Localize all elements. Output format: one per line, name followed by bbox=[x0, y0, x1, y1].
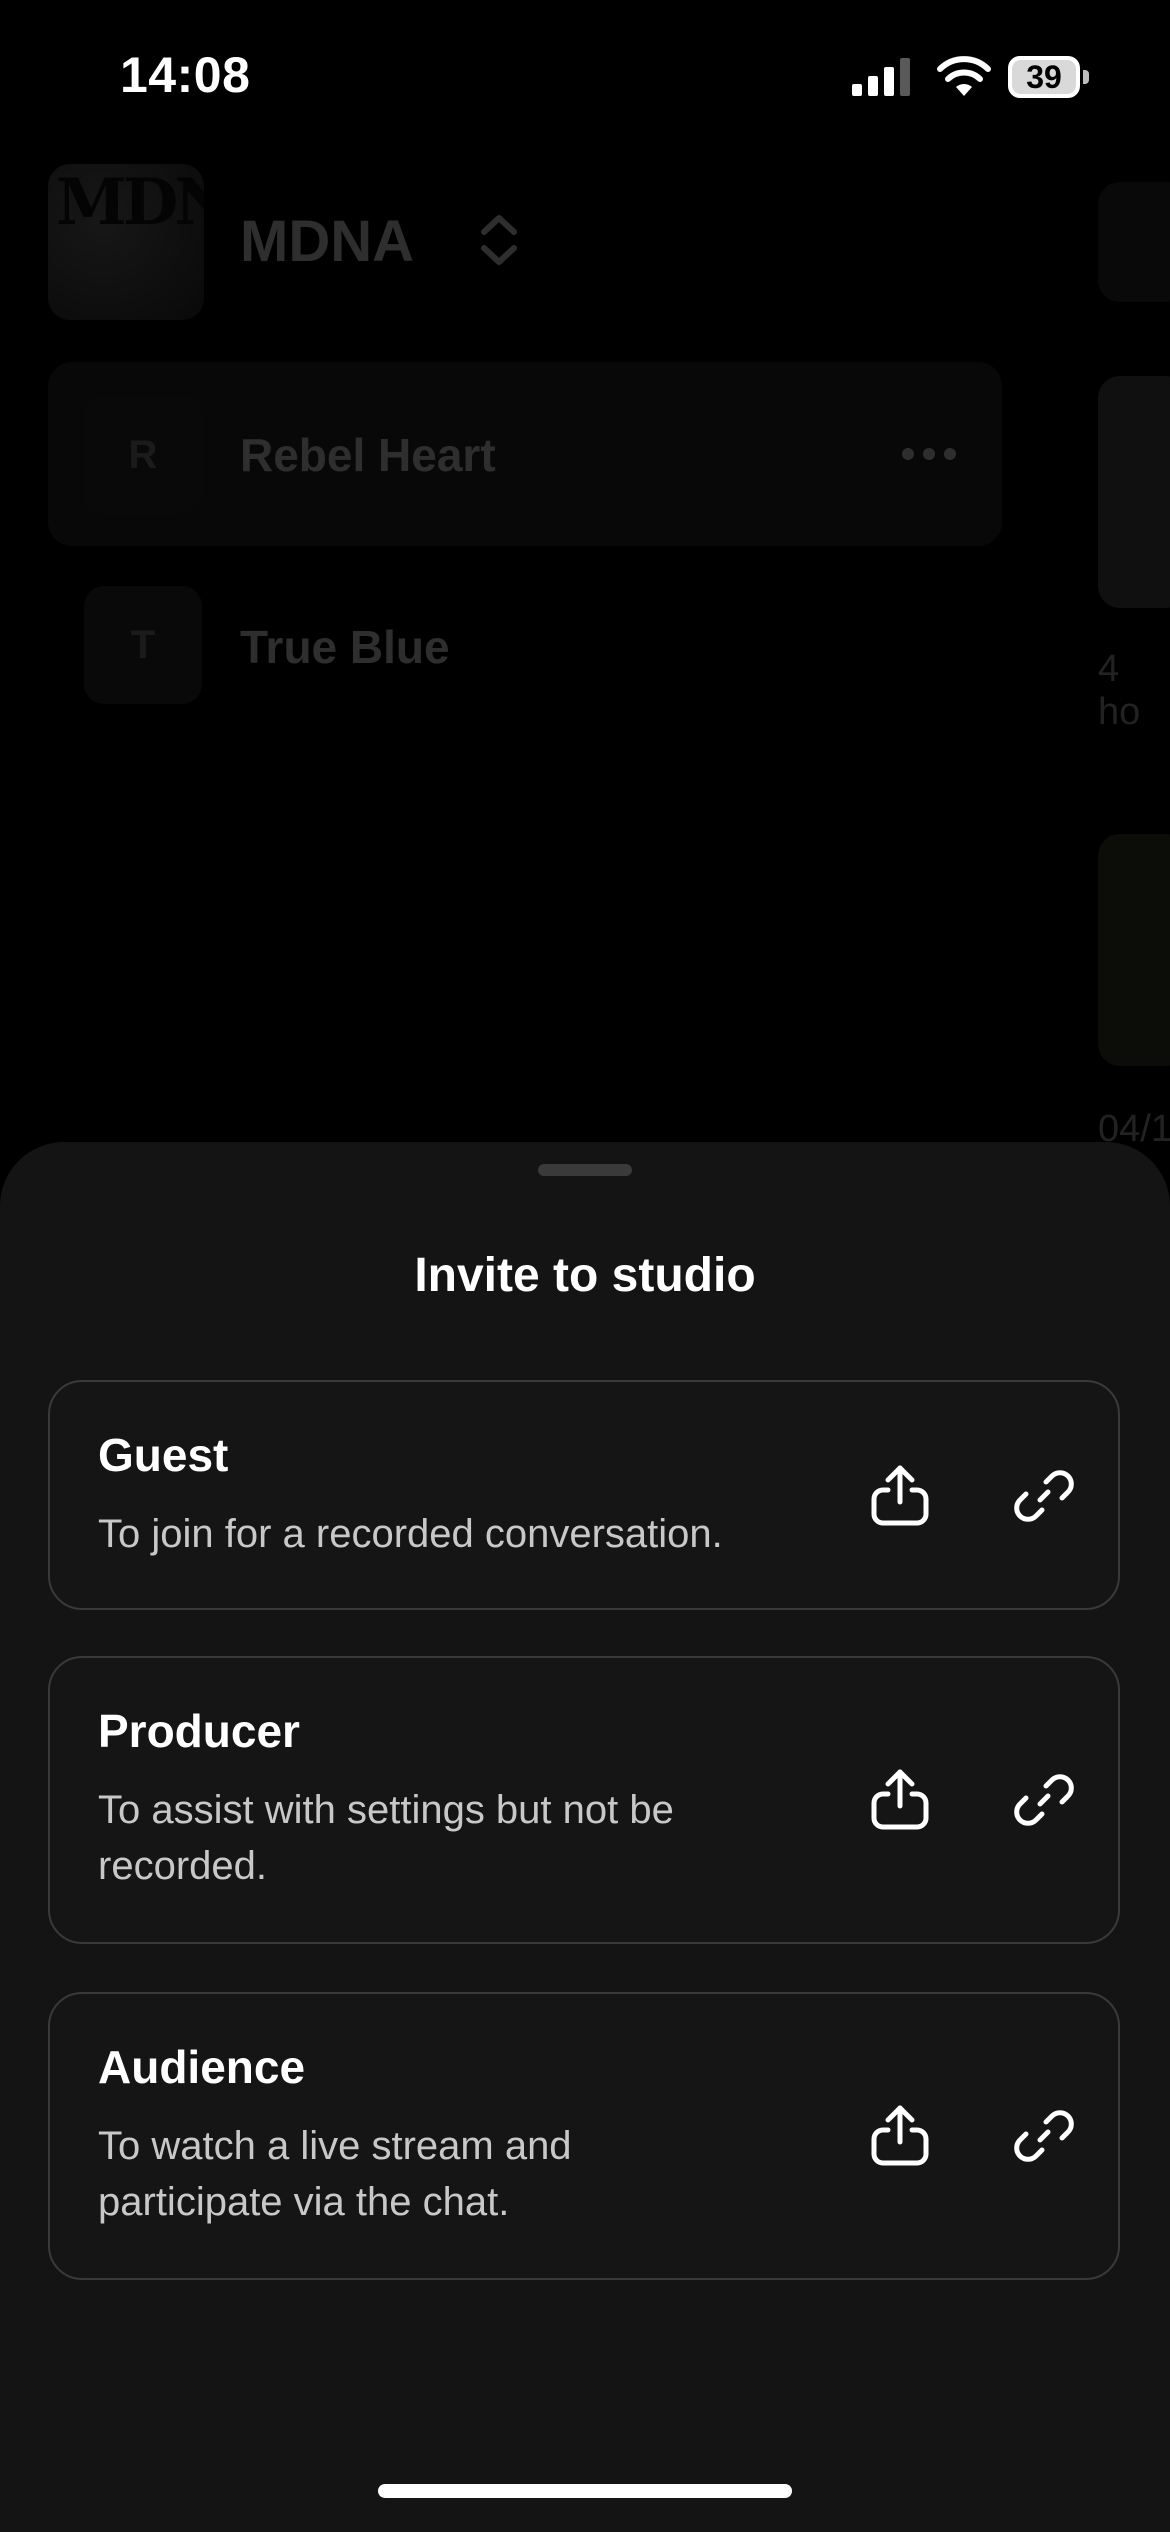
wifi-icon bbox=[937, 56, 991, 96]
option-description: To assist with settings but not be recor… bbox=[98, 1788, 674, 1888]
home-indicator[interactable] bbox=[378, 2484, 792, 2498]
project-name: Rebel Heart bbox=[240, 429, 496, 481]
share-upload-icon bbox=[871, 2105, 929, 2166]
sheet-grabber[interactable] bbox=[538, 1164, 632, 1176]
sheet-title: Invite to studio bbox=[414, 1249, 756, 1302]
share-upload-icon bbox=[871, 1465, 929, 1526]
chevron-up-down-icon bbox=[481, 215, 517, 265]
share-producer-invite-button[interactable] bbox=[860, 1760, 940, 1840]
copy-producer-link-button[interactable] bbox=[1004, 1760, 1084, 1840]
share-upload-icon bbox=[871, 1769, 929, 1830]
status-time: 14:08 bbox=[120, 47, 251, 103]
project-initial-avatar: R bbox=[84, 396, 202, 514]
link-icon bbox=[1014, 1774, 1074, 1826]
invite-option-producer[interactable]: Producer To assist with settings but not… bbox=[48, 1656, 1120, 1944]
workspace-name: MDNA bbox=[240, 209, 414, 274]
share-guest-invite-button[interactable] bbox=[860, 1456, 940, 1536]
battery-level: 39 bbox=[1026, 59, 1062, 95]
peek-thumbnail bbox=[1098, 834, 1170, 1066]
project-initial-avatar: T bbox=[84, 586, 202, 704]
peek-timestamp: 4 ho bbox=[1098, 648, 1141, 733]
share-audience-invite-button[interactable] bbox=[860, 2096, 940, 2176]
peek-thumbnail bbox=[1098, 182, 1170, 302]
project-name: True Blue bbox=[240, 621, 450, 673]
copy-audience-link-button[interactable] bbox=[1004, 2096, 1084, 2176]
link-icon bbox=[1014, 2110, 1074, 2162]
battery-icon: 39 bbox=[1008, 56, 1090, 98]
option-description: To join for a recorded conversation. bbox=[98, 1512, 723, 1556]
more-horizontal-icon bbox=[902, 448, 956, 460]
option-description: To watch a live stream and participate v… bbox=[98, 2124, 572, 2224]
copy-guest-link-button[interactable] bbox=[1004, 1456, 1084, 1536]
option-title: Audience bbox=[98, 2041, 306, 2093]
invite-option-guest[interactable]: Guest To join for a recorded conversatio… bbox=[48, 1380, 1120, 1610]
workspace-logo-text: MDNA bbox=[56, 165, 204, 240]
cellular-signal-icon bbox=[852, 58, 910, 96]
workspace-logo: MDNA bbox=[48, 164, 204, 320]
invite-option-audience[interactable]: Audience To watch a live stream and part… bbox=[48, 1992, 1120, 2280]
peek-thumbnail bbox=[1098, 376, 1170, 608]
link-icon bbox=[1014, 1470, 1074, 1522]
option-title: Producer bbox=[98, 1705, 300, 1757]
option-title: Guest bbox=[98, 1429, 229, 1481]
